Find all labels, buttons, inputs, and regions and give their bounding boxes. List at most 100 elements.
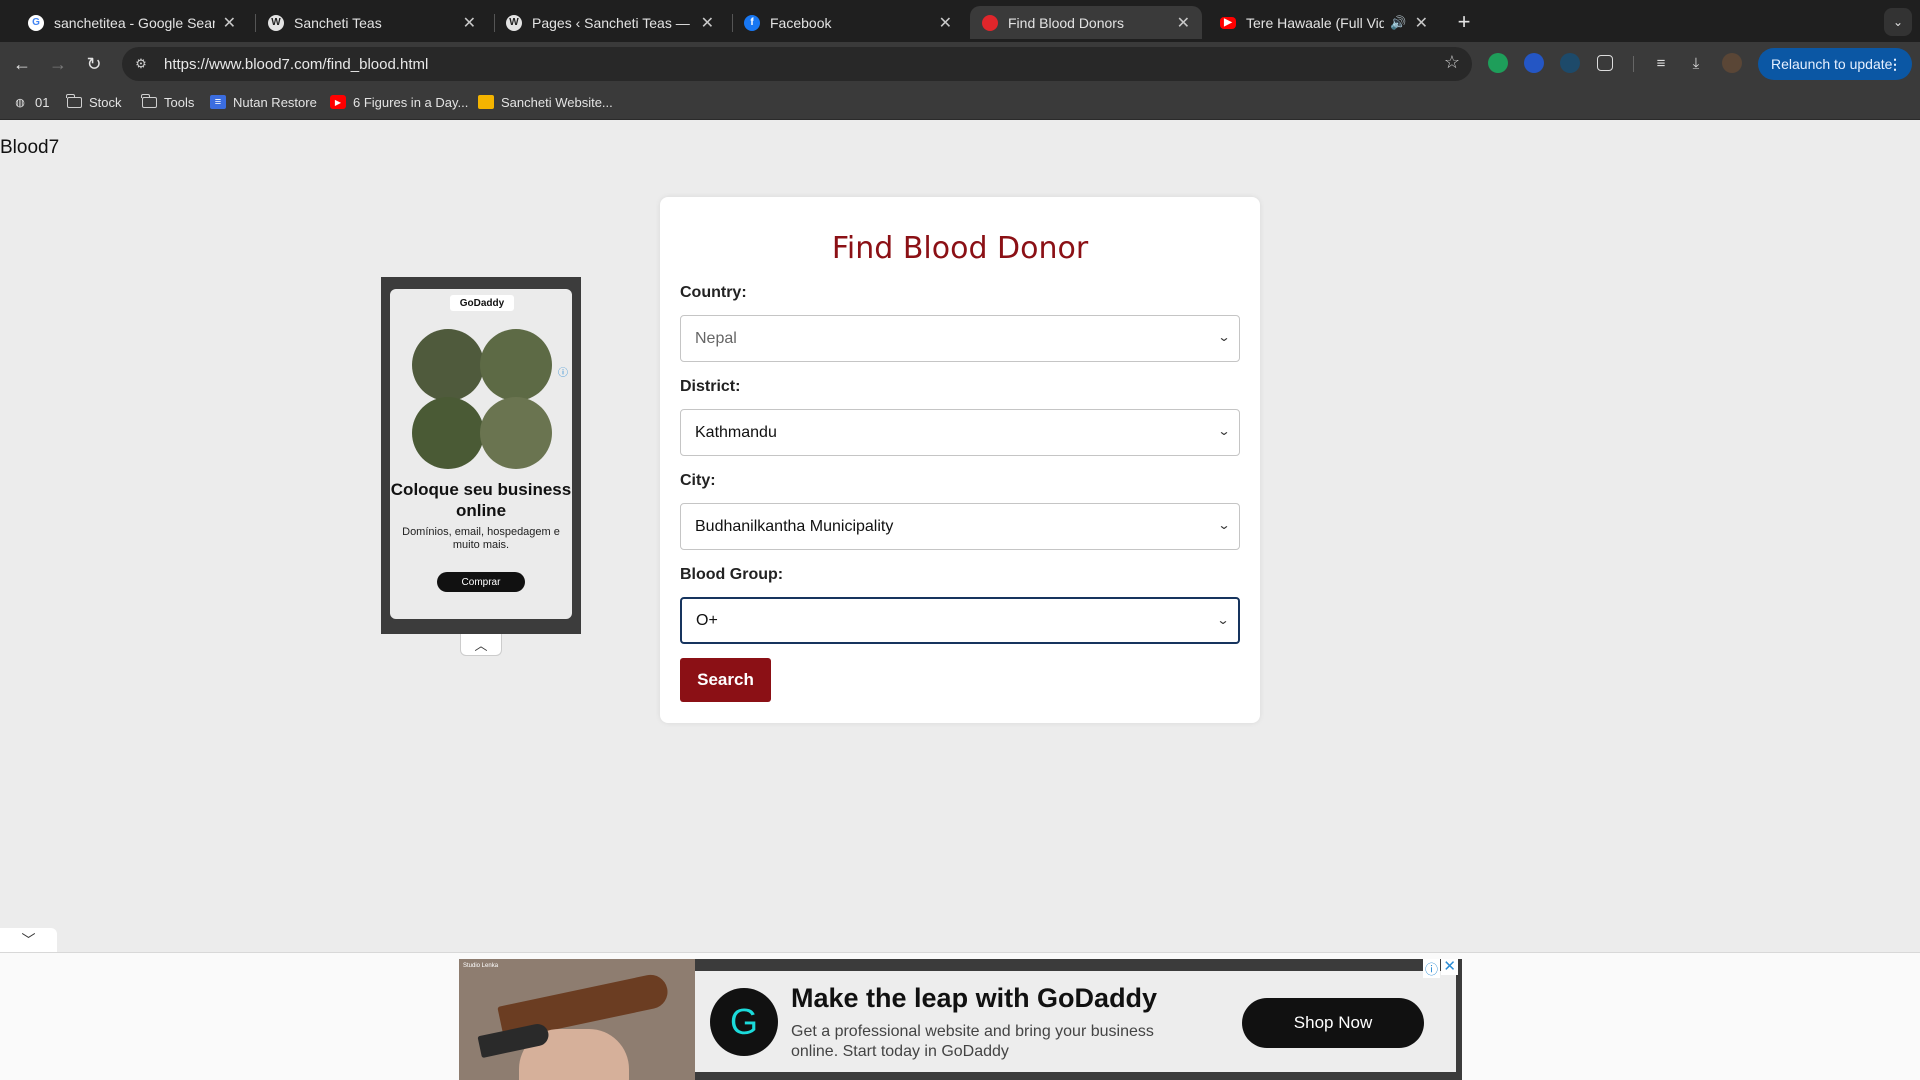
tab-search-button[interactable]: ⌄ xyxy=(1884,8,1912,36)
country-select[interactable]: Nepal ⌄ xyxy=(680,315,1240,362)
bookmark-folder-stock[interactable]: Stock xyxy=(65,92,122,112)
bookmark-label: Tools xyxy=(164,94,195,110)
media-queue-icon[interactable]: ≡ xyxy=(1651,53,1671,73)
bookmark-6-figures[interactable]: ▶ 6 Figures in a Day... xyxy=(330,92,468,112)
address-bar[interactable]: ⚙ https://www.blood7.com/find_blood.html… xyxy=(122,47,1472,81)
blood-drop-icon xyxy=(982,14,998,31)
google-icon: G xyxy=(28,14,44,31)
godaddy-logo-icon: G xyxy=(710,988,778,1056)
close-icon[interactable]: ✕ xyxy=(939,13,952,33)
city-value: Budhanilkantha Municipality xyxy=(695,517,894,535)
reload-icon[interactable]: ↻ xyxy=(80,50,108,78)
speaker-icon[interactable]: 🔊 xyxy=(1390,15,1406,31)
relaunch-button[interactable]: Relaunch to update ⋮ xyxy=(1758,48,1912,80)
ad-photo xyxy=(412,329,552,469)
tab-title: Facebook xyxy=(770,14,832,31)
youtube-icon: ▶ xyxy=(330,95,346,109)
city-label: City: xyxy=(680,472,716,489)
tab-youtube-video[interactable]: ▶ Tere Hawaale (Full Video) 🔊 ✕ xyxy=(1208,6,1440,39)
tab-title: Pages ‹ Sancheti Teas — WordPress xyxy=(532,14,693,31)
close-icon[interactable]: ✕ xyxy=(1177,13,1190,33)
bookmark-label: 01 xyxy=(35,94,50,110)
page-viewport: Blood7 GoDaddy Coloque seu business onli… xyxy=(0,121,1920,1080)
tab-title: Find Blood Donors xyxy=(1008,14,1124,31)
tab-facebook[interactable]: f Facebook ✕ xyxy=(732,6,964,39)
bottom-ad-bar: Studio Lenka G Make the leap with GoDadd… xyxy=(0,952,1920,1080)
bookmark-star-icon[interactable]: ☆ xyxy=(1444,52,1460,73)
relaunch-label: Relaunch to update xyxy=(1771,56,1893,72)
extensions-puzzle-icon[interactable] xyxy=(1597,55,1613,71)
wordpress-icon: W xyxy=(506,14,522,31)
blood-group-value: O+ xyxy=(696,611,718,629)
tab-find-blood-donors[interactable]: Find Blood Donors ✕ xyxy=(970,6,1202,39)
bookmark-folder-tools[interactable]: Tools xyxy=(140,92,195,112)
studio-credit: Studio Lenka xyxy=(463,963,499,969)
find-donor-card: Find Blood Donor Country: Nepal ⌄ Distri… xyxy=(660,197,1260,723)
extension-blue-icon[interactable] xyxy=(1524,53,1544,73)
shop-now-button[interactable]: Shop Now xyxy=(1242,998,1424,1048)
ad-inner: GoDaddy Coloque seu business online Domí… xyxy=(390,289,572,619)
district-select[interactable]: Kathmandu ⌄ xyxy=(680,409,1240,456)
ad-photo: Studio Lenka xyxy=(459,959,695,1080)
adchoices-icon[interactable]: ⓘ xyxy=(1422,959,1440,978)
tab-strip: G sanchetitea - Google Search ✕ W Sanche… xyxy=(0,0,1920,42)
bookmark-sancheti-website[interactable]: Sancheti Website... xyxy=(478,92,613,112)
adchoices-icon[interactable]: ⓘ xyxy=(558,364,568,379)
site-info-icon[interactable]: ⚙ xyxy=(128,51,154,77)
document-icon: ≡ xyxy=(210,95,226,109)
folder-icon xyxy=(140,93,157,109)
ad-headline: Make the leap with GoDaddy xyxy=(791,983,1158,1013)
globe-icon: ◍ xyxy=(15,96,25,109)
chevron-up-icon[interactable]: ︿ xyxy=(460,634,502,656)
close-icon[interactable]: ✕ xyxy=(223,13,236,33)
extension-green-icon[interactable] xyxy=(1488,53,1508,73)
side-advertisement[interactable]: GoDaddy Coloque seu business online Domí… xyxy=(381,277,581,634)
tab-wordpress-pages[interactable]: W Pages ‹ Sancheti Teas — WordPress ✕ xyxy=(494,6,726,39)
tab-title: sanchetitea - Google Search xyxy=(54,14,215,31)
blood-group-label: Blood Group: xyxy=(680,566,784,583)
chevron-down-icon: ⌄ xyxy=(1217,424,1231,438)
page-title: Find Blood Donor xyxy=(831,231,1089,266)
bookmark-nutan-restore[interactable]: ≡ Nutan Restore xyxy=(210,92,317,112)
slides-icon xyxy=(478,95,494,109)
facebook-icon: f xyxy=(744,14,760,31)
download-icon[interactable]: ⤓ xyxy=(1686,53,1706,73)
ad-body: Get a professional website and bring you… xyxy=(791,1023,1154,1060)
youtube-icon: ▶ xyxy=(1220,16,1236,29)
browser-toolbar: ← → ↻ ⚙ https://www.blood7.com/find_bloo… xyxy=(0,42,1920,84)
ad-buy-button[interactable]: Comprar xyxy=(437,572,525,592)
folder-icon xyxy=(65,93,82,109)
avatar[interactable] xyxy=(1722,53,1742,73)
ad-panel: G Make the leap with GoDaddy Get a profe… xyxy=(695,971,1456,1072)
search-button[interactable]: Search xyxy=(680,658,771,702)
bookmark-label: 6 Figures in a Day... xyxy=(353,94,469,110)
city-select[interactable]: Budhanilkantha Municipality ⌄ xyxy=(680,503,1240,550)
close-icon[interactable]: ✕ xyxy=(463,13,476,33)
chevron-down-icon: ⌄ xyxy=(1217,518,1231,532)
tab-title: Tere Hawaale (Full Video) xyxy=(1246,14,1385,31)
tab-title: Sancheti Teas xyxy=(294,14,382,31)
new-tab-button[interactable]: + xyxy=(1450,8,1478,36)
chevron-down-icon[interactable]: ﹀ xyxy=(0,928,57,952)
country-value: Nepal xyxy=(695,329,737,347)
close-icon[interactable]: ✕ xyxy=(1441,959,1458,975)
blood-group-select[interactable]: O+ ⌄ xyxy=(680,597,1240,644)
forward-arrow-icon[interactable]: → xyxy=(44,50,72,78)
back-arrow-icon[interactable]: ← xyxy=(8,50,36,78)
chevron-down-icon: ⌄ xyxy=(1217,330,1231,344)
bookmark-label: Sancheti Website... xyxy=(501,94,613,110)
bottom-banner-ad[interactable]: Studio Lenka G Make the leap with GoDadd… xyxy=(459,959,1462,1080)
bookmark-01[interactable]: ◍ 01 xyxy=(12,92,49,112)
close-icon[interactable]: ✕ xyxy=(1415,13,1428,33)
close-icon[interactable]: ✕ xyxy=(701,13,714,33)
extension-dark-icon[interactable] xyxy=(1560,53,1580,73)
more-menu-icon: ⋮ xyxy=(1888,55,1902,72)
url-text[interactable]: https://www.blood7.com/find_blood.html xyxy=(164,56,428,73)
tab-sancheti-teas[interactable]: W Sancheti Teas ✕ xyxy=(256,6,488,39)
bookmarks-bar: ◍ 01 Stock Tools ≡ Nutan Restore ▶ 6 Fig… xyxy=(0,84,1920,120)
ad-subtext: Domínios, email, hospedagem e muito mais… xyxy=(402,526,560,551)
bookmark-label: Nutan Restore xyxy=(233,94,317,110)
wordpress-icon: W xyxy=(268,14,284,31)
tab-google-search[interactable]: G sanchetitea - Google Search ✕ xyxy=(16,6,248,39)
site-logo[interactable]: Blood7 xyxy=(0,137,59,159)
